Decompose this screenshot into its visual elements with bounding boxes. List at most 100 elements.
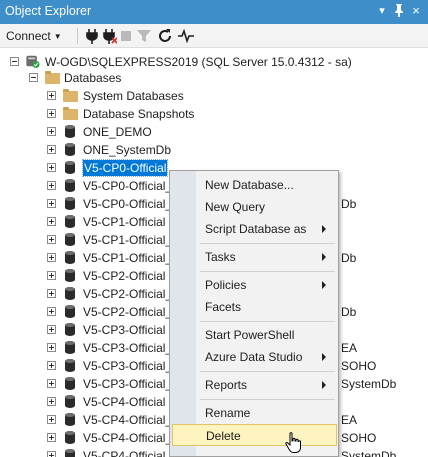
menu-item-label: Tasks bbox=[205, 250, 236, 264]
database-icon bbox=[63, 251, 78, 265]
expand-icon[interactable] bbox=[47, 433, 56, 442]
collapse-icon[interactable] bbox=[10, 57, 19, 66]
expand-icon[interactable] bbox=[47, 181, 56, 190]
tree-node-label: V5-CP2-Official_ bbox=[83, 305, 173, 319]
window-position-dropdown-icon[interactable]: ▾ bbox=[375, 3, 389, 19]
menu-item-label: Delete bbox=[206, 429, 241, 443]
database-icon bbox=[63, 269, 78, 283]
refresh-icon[interactable] bbox=[157, 28, 173, 44]
tree-node-label-suffix: Db bbox=[341, 197, 357, 211]
tree-node-label: V5-CP0-Official_ bbox=[83, 197, 173, 211]
database-icon bbox=[63, 125, 78, 139]
auto-hide-pin-icon[interactable] bbox=[392, 3, 406, 19]
tree-node-database[interactable]: System Databases bbox=[0, 87, 428, 105]
database-icon bbox=[63, 323, 78, 337]
database-icon bbox=[63, 449, 78, 457]
expand-icon[interactable] bbox=[47, 217, 56, 226]
expand-icon[interactable] bbox=[47, 325, 56, 334]
databases-label: Databases bbox=[64, 71, 122, 85]
tree-node-databases[interactable]: Databases bbox=[0, 69, 428, 87]
tree-node-label: System Databases bbox=[83, 89, 184, 103]
tree-node-label: ONE_SystemDb bbox=[83, 143, 172, 157]
tree-node-label: V5-CP4-Official_ bbox=[83, 449, 173, 457]
menu-item-label: Rename bbox=[205, 406, 251, 420]
expand-icon[interactable] bbox=[47, 127, 56, 136]
tree-node-label: V5-CP4-Official_ bbox=[83, 413, 173, 427]
submenu-arrow-icon bbox=[322, 253, 326, 261]
menu-separator bbox=[200, 243, 335, 244]
tree-node-label-suffix: SystemDb bbox=[341, 377, 397, 391]
database-icon bbox=[63, 341, 78, 355]
menu-item-rename[interactable]: Rename bbox=[172, 402, 337, 424]
expand-icon[interactable] bbox=[47, 343, 56, 352]
context-menu: New Database... New Query Script Database … bbox=[169, 170, 339, 457]
tree-node-label-suffix: Db bbox=[341, 305, 357, 319]
expand-icon[interactable] bbox=[47, 253, 56, 262]
expand-icon[interactable] bbox=[47, 163, 56, 172]
expand-icon[interactable] bbox=[47, 199, 56, 208]
stop-icon[interactable] bbox=[118, 28, 134, 44]
expand-icon[interactable] bbox=[47, 307, 56, 316]
menu-item-delete[interactable]: Delete bbox=[172, 424, 337, 446]
database-icon bbox=[63, 413, 78, 427]
expand-icon[interactable] bbox=[47, 271, 56, 280]
activity-monitor-icon[interactable] bbox=[178, 28, 194, 44]
menu-item-new-query[interactable]: New Query bbox=[172, 196, 337, 218]
menu-item-facets[interactable]: Facets bbox=[172, 296, 337, 318]
database-icon bbox=[63, 143, 78, 157]
disconnect-plug-icon[interactable] bbox=[101, 28, 117, 44]
collapse-icon[interactable] bbox=[29, 73, 38, 82]
expand-icon[interactable] bbox=[47, 451, 56, 457]
folder-icon bbox=[63, 89, 78, 103]
menu-item-script-database-as[interactable]: Script Database as bbox=[172, 218, 337, 240]
expand-icon[interactable] bbox=[47, 91, 56, 100]
menu-item-reports[interactable]: Reports bbox=[172, 374, 337, 396]
menu-item-label: New Query bbox=[205, 200, 266, 214]
expand-icon[interactable] bbox=[47, 361, 56, 370]
menu-item-label: Reports bbox=[205, 378, 248, 392]
menu-item-label: Azure Data Studio bbox=[205, 350, 303, 364]
database-icon bbox=[63, 179, 78, 193]
database-icon bbox=[63, 359, 78, 373]
expand-icon[interactable] bbox=[47, 145, 56, 154]
submenu-arrow-icon bbox=[322, 225, 326, 233]
tree-node-label: V5-CP2-Official_ bbox=[83, 287, 173, 301]
menu-item-tasks[interactable]: Tasks bbox=[172, 246, 337, 268]
tree-node-database[interactable]: ONE_DEMO bbox=[0, 123, 428, 141]
expand-icon[interactable] bbox=[47, 397, 56, 406]
database-icon bbox=[63, 395, 78, 409]
menu-item-azure-data-studio[interactable]: Azure Data Studio bbox=[172, 346, 337, 368]
menu-item-new-database[interactable]: New Database... bbox=[172, 174, 337, 196]
toolbar-separator bbox=[77, 28, 78, 44]
tree-node-database[interactable]: Database Snapshots bbox=[0, 105, 428, 123]
close-icon[interactable]: × bbox=[409, 3, 423, 19]
tree-node-label: V5-CP3-Official_ bbox=[83, 359, 173, 373]
tree-node-label: ONE_DEMO bbox=[83, 125, 152, 139]
panel-title: Object Explorer bbox=[5, 4, 92, 18]
tree-node-label: V5-CP4-Official_ bbox=[83, 431, 173, 445]
expand-icon[interactable] bbox=[47, 109, 56, 118]
menu-separator bbox=[200, 321, 335, 322]
server-icon bbox=[26, 55, 40, 68]
database-icon bbox=[63, 431, 78, 445]
menu-item-label: Start PowerShell bbox=[205, 328, 295, 342]
connect-plug-icon[interactable] bbox=[84, 28, 100, 44]
tree-node-label: V5-CP0-Official bbox=[81, 159, 169, 177]
object-explorer-titlebar: Object Explorer ▾ × bbox=[0, 0, 428, 24]
expand-icon[interactable] bbox=[47, 235, 56, 244]
menu-item-policies[interactable]: Policies bbox=[172, 274, 337, 296]
connect-button[interactable]: Connect ▼ bbox=[6, 29, 62, 43]
tree-node-label: V5-CP0-Official_ bbox=[83, 179, 173, 193]
submenu-arrow-icon bbox=[322, 353, 326, 361]
object-explorer-toolbar: Connect ▼ bbox=[0, 24, 428, 48]
expand-icon[interactable] bbox=[47, 289, 56, 298]
tree-node-label-suffix: SOHO bbox=[341, 431, 377, 445]
filter-icon[interactable] bbox=[136, 28, 152, 44]
tree-node-label: V5-CP3-Official bbox=[83, 323, 166, 337]
tree-node-database[interactable]: ONE_SystemDb bbox=[0, 141, 428, 159]
expand-icon[interactable] bbox=[47, 379, 56, 388]
tree-node-label: V5-CP1-Official_ bbox=[83, 251, 173, 265]
menu-item-start-powershell[interactable]: Start PowerShell bbox=[172, 324, 337, 346]
tree-node-label-suffix: Db bbox=[341, 251, 357, 265]
expand-icon[interactable] bbox=[47, 415, 56, 424]
